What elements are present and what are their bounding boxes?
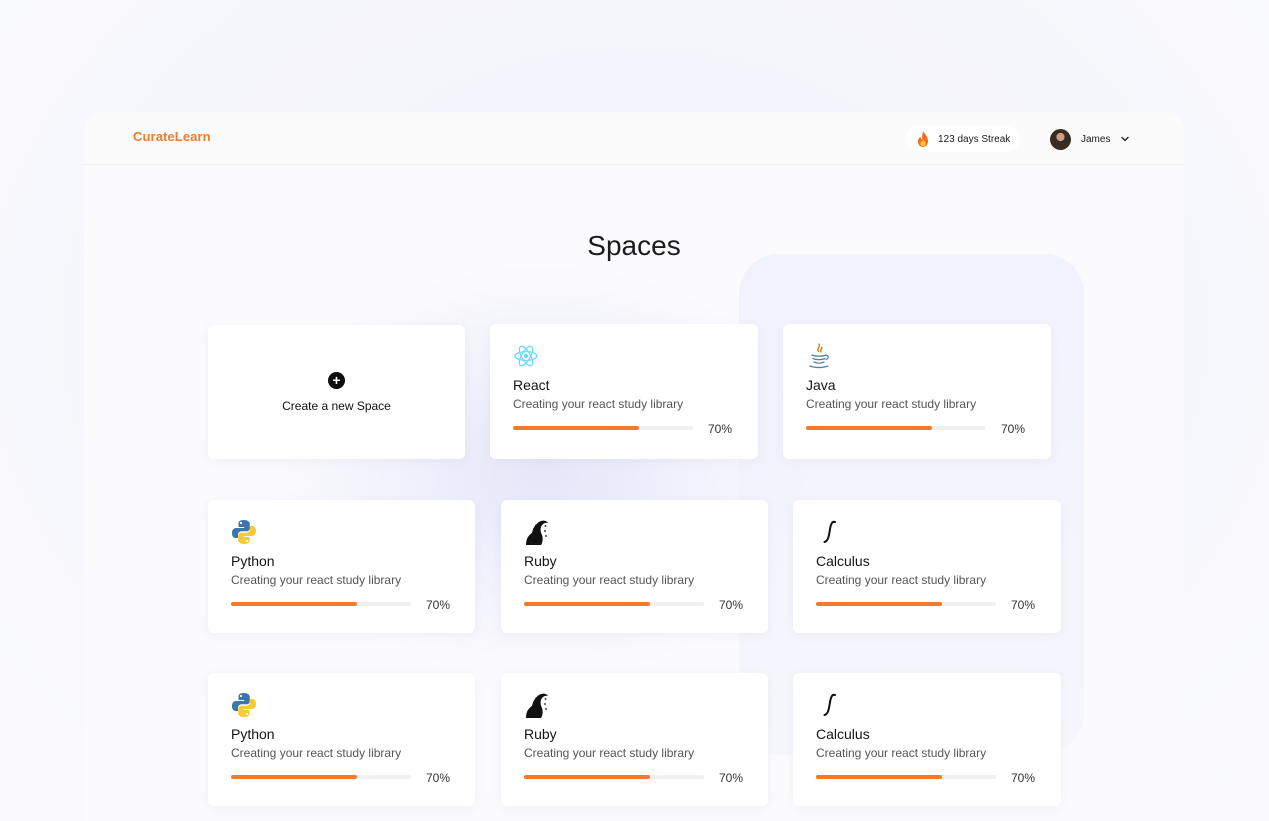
space-subtitle: Creating your react study library — [524, 573, 695, 587]
user-name: James — [1081, 133, 1111, 145]
page-title: Spaces — [587, 230, 681, 261]
flame-icon — [918, 131, 928, 147]
space-subtitle: Creating your react study library — [816, 573, 987, 587]
space-title: Python — [231, 553, 275, 569]
progress-fill — [816, 775, 942, 779]
space-subtitle: Creating your react study library — [816, 746, 987, 760]
brand-logo[interactable]: CurateLearn — [133, 129, 211, 144]
space-card-python[interactable]: Python Creating your react study library… — [208, 500, 475, 633]
space-subtitle: Creating your react study library — [231, 746, 402, 760]
create-space-label: Create a new Space — [282, 398, 391, 413]
progress-fill — [816, 602, 942, 606]
space-title: Ruby — [524, 553, 557, 569]
progress-bar — [816, 602, 996, 606]
space-subtitle: Creating your react study library — [231, 573, 402, 587]
python-icon — [232, 520, 256, 544]
progress-bar — [524, 775, 704, 779]
progress-percent: 70% — [719, 771, 744, 785]
calculus-icon — [823, 693, 836, 716]
progress-percent: 70% — [1011, 771, 1036, 785]
space-card-calculus[interactable]: Calculus Creating your react study libra… — [793, 500, 1061, 633]
progress-bar — [816, 775, 996, 779]
react-icon — [514, 345, 538, 367]
progress-fill — [231, 775, 357, 779]
streak-badge[interactable]: 123 days Streak — [906, 126, 1021, 152]
java-icon — [809, 343, 829, 369]
ruby-icon — [526, 693, 548, 718]
space-subtitle: Creating your react study library — [524, 746, 695, 760]
space-title: Calculus — [816, 553, 870, 569]
space-title: Calculus — [816, 726, 870, 742]
space-card-ruby[interactable]: Ruby Creating your react study library 7… — [501, 673, 768, 806]
progress-fill — [806, 426, 932, 430]
ruby-icon — [526, 520, 548, 545]
python-icon — [232, 693, 256, 717]
progress-fill — [524, 775, 650, 779]
app-window: CurateLearn 123 days Streak James Spaces… — [84, 112, 1184, 821]
progress-percent: 70% — [719, 598, 744, 612]
space-title: Python — [231, 726, 275, 742]
avatar — [1050, 128, 1071, 150]
progress-bar — [806, 426, 986, 430]
progress-bar — [524, 602, 704, 606]
space-card-ruby[interactable]: Ruby Creating your react study library 7… — [501, 500, 768, 633]
space-card-java[interactable]: Java Creating your react study library 7… — [783, 324, 1051, 459]
top-navigation-bar: CurateLearn 123 days Streak James — [84, 112, 1184, 165]
space-title: Ruby — [524, 726, 557, 742]
space-subtitle: Creating your react study library — [513, 397, 684, 411]
progress-fill — [513, 426, 639, 430]
progress-bar — [513, 426, 693, 430]
progress-fill — [231, 602, 357, 606]
space-title: Java — [806, 377, 836, 393]
calculus-icon — [823, 520, 836, 543]
space-title: React — [513, 377, 550, 393]
create-space-card[interactable]: + Create a new Space — [208, 325, 465, 459]
streak-label: 123 days Streak — [938, 133, 1011, 145]
space-subtitle: Creating your react study library — [806, 397, 977, 411]
progress-percent: 70% — [426, 598, 451, 612]
plus-icon: + — [328, 371, 345, 389]
progress-percent: 70% — [1011, 598, 1036, 612]
progress-bar — [231, 602, 411, 606]
progress-fill — [524, 602, 650, 606]
progress-percent: 70% — [1001, 422, 1026, 436]
space-card-python[interactable]: Python Creating your react study library… — [208, 673, 475, 806]
progress-bar — [231, 775, 411, 779]
progress-percent: 70% — [708, 422, 733, 436]
space-card-react[interactable]: React Creating your react study library … — [490, 324, 758, 459]
progress-percent: 70% — [426, 771, 451, 785]
chevron-down-icon — [1121, 136, 1130, 142]
user-menu[interactable]: James — [1050, 127, 1130, 151]
space-card-calculus[interactable]: Calculus Creating your react study libra… — [793, 673, 1061, 806]
